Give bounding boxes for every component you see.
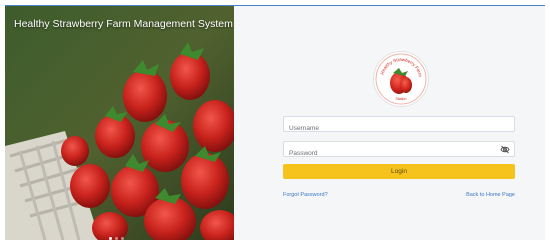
login-page: Healthy Strawberry Farm Management Syste… xyxy=(5,6,545,240)
carousel-dot[interactable] xyxy=(115,237,118,240)
farm-logo: Healthy Strawberry Farm Station xyxy=(374,52,428,106)
password-field[interactable] xyxy=(283,141,515,161)
back-to-home-link[interactable]: Back to Home Page xyxy=(466,192,515,198)
strawberry-photo xyxy=(5,6,234,240)
password-input[interactable] xyxy=(284,146,514,161)
logo-bottom-text: Station xyxy=(396,97,407,101)
app-title: Healthy Strawberry Farm Management Syste… xyxy=(14,18,233,30)
username-input[interactable] xyxy=(284,121,514,136)
login-button[interactable]: Login xyxy=(283,164,515,179)
eye-slash-icon[interactable] xyxy=(500,145,510,154)
carousel-dot[interactable] xyxy=(109,237,112,240)
carousel-dot[interactable] xyxy=(121,237,124,240)
forgot-password-link[interactable]: Forgot Password? xyxy=(283,192,328,198)
username-field[interactable] xyxy=(283,116,515,136)
hero-image-panel: Healthy Strawberry Farm Management Syste… xyxy=(5,6,234,240)
login-panel: Healthy Strawberry Farm Station Login Fo… xyxy=(234,6,545,240)
carousel-indicators xyxy=(109,237,124,240)
